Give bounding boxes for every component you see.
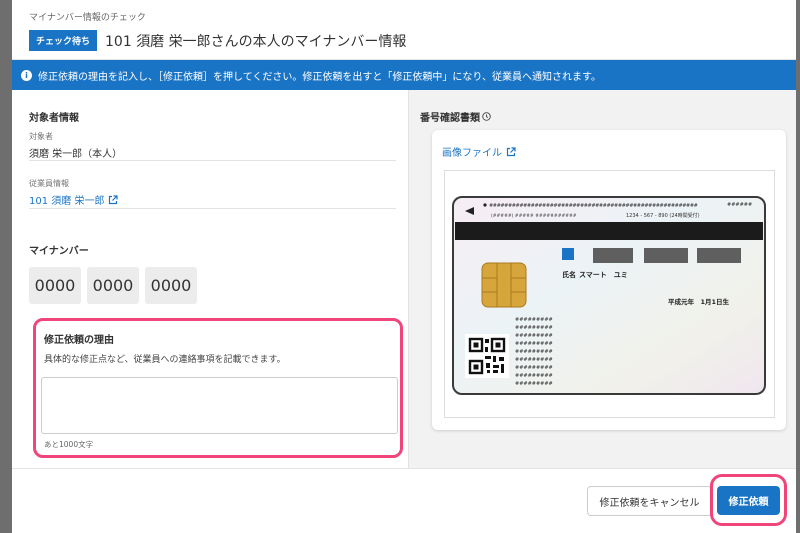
title-row: チェック待ち 101 須磨 栄一郎さんの本人のマイナンバー情報 bbox=[29, 30, 406, 51]
qr-code-icon bbox=[465, 334, 509, 378]
info-icon: i bbox=[21, 69, 32, 81]
svg-text:(#####) ##### ###########: (#####) ##### ########### bbox=[491, 213, 577, 219]
breadcrumb: マイナンバー情報のチェック bbox=[29, 13, 146, 23]
card-name-label: 氏名 bbox=[562, 270, 576, 279]
image-file-link[interactable]: 画像ファイル bbox=[442, 144, 516, 159]
reason-char-counter: あと1000文字 bbox=[44, 440, 94, 449]
help-icon[interactable] bbox=[482, 112, 491, 121]
person-label: 対象者 bbox=[29, 132, 53, 141]
mynumber-card-image: ########################################… bbox=[452, 196, 766, 395]
status-badge: チェック待ち bbox=[29, 30, 98, 51]
subject-section-title: 対象者情報 bbox=[29, 113, 79, 124]
card-image-frame: ########################################… bbox=[444, 170, 775, 418]
mynumber-group-2: 0000 bbox=[87, 267, 139, 304]
reason-title: 修正依頼の理由 bbox=[44, 335, 114, 346]
svg-text:######: ###### bbox=[727, 202, 752, 208]
mynumber-group-1: 0000 bbox=[29, 267, 81, 304]
svg-text:#########: ######### bbox=[515, 373, 553, 379]
document-section-title-text: 番号確認書類 bbox=[420, 113, 480, 124]
svg-text:#########: ######### bbox=[515, 381, 553, 387]
submit-request-button[interactable]: 修正依頼 bbox=[717, 486, 780, 515]
field-divider bbox=[29, 160, 396, 161]
svg-text:#########: ######### bbox=[515, 349, 553, 355]
reason-highlight: 修正依頼の理由 具体的な修正点など、従業員への連絡事項を記載できます。 あと10… bbox=[33, 318, 403, 458]
image-file-link-text[interactable]: 画像ファイル bbox=[442, 144, 502, 159]
field-divider bbox=[29, 208, 396, 209]
panel-divider bbox=[408, 90, 409, 468]
document-card: 画像ファイル #################################… bbox=[432, 130, 786, 430]
card-name-value: スマート ユミ bbox=[579, 271, 628, 279]
ic-chip-icon bbox=[481, 262, 527, 308]
cancel-request-button[interactable]: 修正依頼をキャンセル bbox=[587, 486, 712, 516]
page-title: 101 須磨 栄一郎さんの本人のマイナンバー情報 bbox=[105, 33, 407, 50]
external-link-icon bbox=[109, 194, 119, 204]
info-banner-text: 修正依頼の理由を記入し、［修正依頼］を押してください。修正依頼を出すと「修正依頼… bbox=[38, 71, 601, 83]
modal-header: マイナンバー情報のチェック チェック待ち 101 須磨 栄一郎さんの本人のマイナ… bbox=[12, 0, 796, 60]
svg-text:#########: ######### bbox=[515, 325, 553, 331]
svg-text:#########: ######### bbox=[515, 317, 553, 323]
employee-link-text[interactable]: 101 須磨 栄一郎 bbox=[29, 192, 104, 207]
person-value: 須磨 栄一郎（本人） bbox=[29, 149, 123, 160]
card-code-line: 1234 - 567 - 890 (24時間受付) bbox=[626, 212, 700, 219]
mynumber-section-title: マイナンバー bbox=[29, 246, 89, 257]
svg-text:#########: ######### bbox=[515, 365, 553, 371]
info-banner: i 修正依頼の理由を記入し、［修正依頼］を押してください。修正依頼を出すと「修正… bbox=[12, 60, 796, 90]
mynumber-group-3: 0000 bbox=[145, 267, 197, 304]
employee-link[interactable]: 101 須磨 栄一郎 bbox=[29, 192, 119, 207]
document-section-title: 番号確認書類 bbox=[420, 109, 491, 124]
svg-text:#########: ######### bbox=[515, 341, 553, 347]
svg-text:##############################: ########################################… bbox=[489, 203, 698, 209]
modal-footer: 修正依頼をキャンセル 修正依頼 bbox=[12, 468, 796, 533]
reason-description: 具体的な修正点など、従業員への連絡事項を記載できます。 bbox=[44, 355, 286, 365]
card-magnetic-stripe bbox=[455, 222, 763, 240]
card-birth-date: 平成元年 1月1日生 bbox=[668, 297, 730, 306]
submit-highlight: 修正依頼 bbox=[710, 474, 787, 526]
modal-dialog: マイナンバー情報のチェック チェック待ち 101 須磨 栄一郎さんの本人のマイナ… bbox=[12, 0, 796, 533]
reason-textarea[interactable] bbox=[41, 377, 398, 434]
svg-text:#########: ######### bbox=[515, 333, 553, 339]
external-link-icon bbox=[506, 146, 516, 156]
svg-text:#########: ######### bbox=[515, 357, 553, 363]
employee-label: 従業員情報 bbox=[29, 179, 69, 188]
